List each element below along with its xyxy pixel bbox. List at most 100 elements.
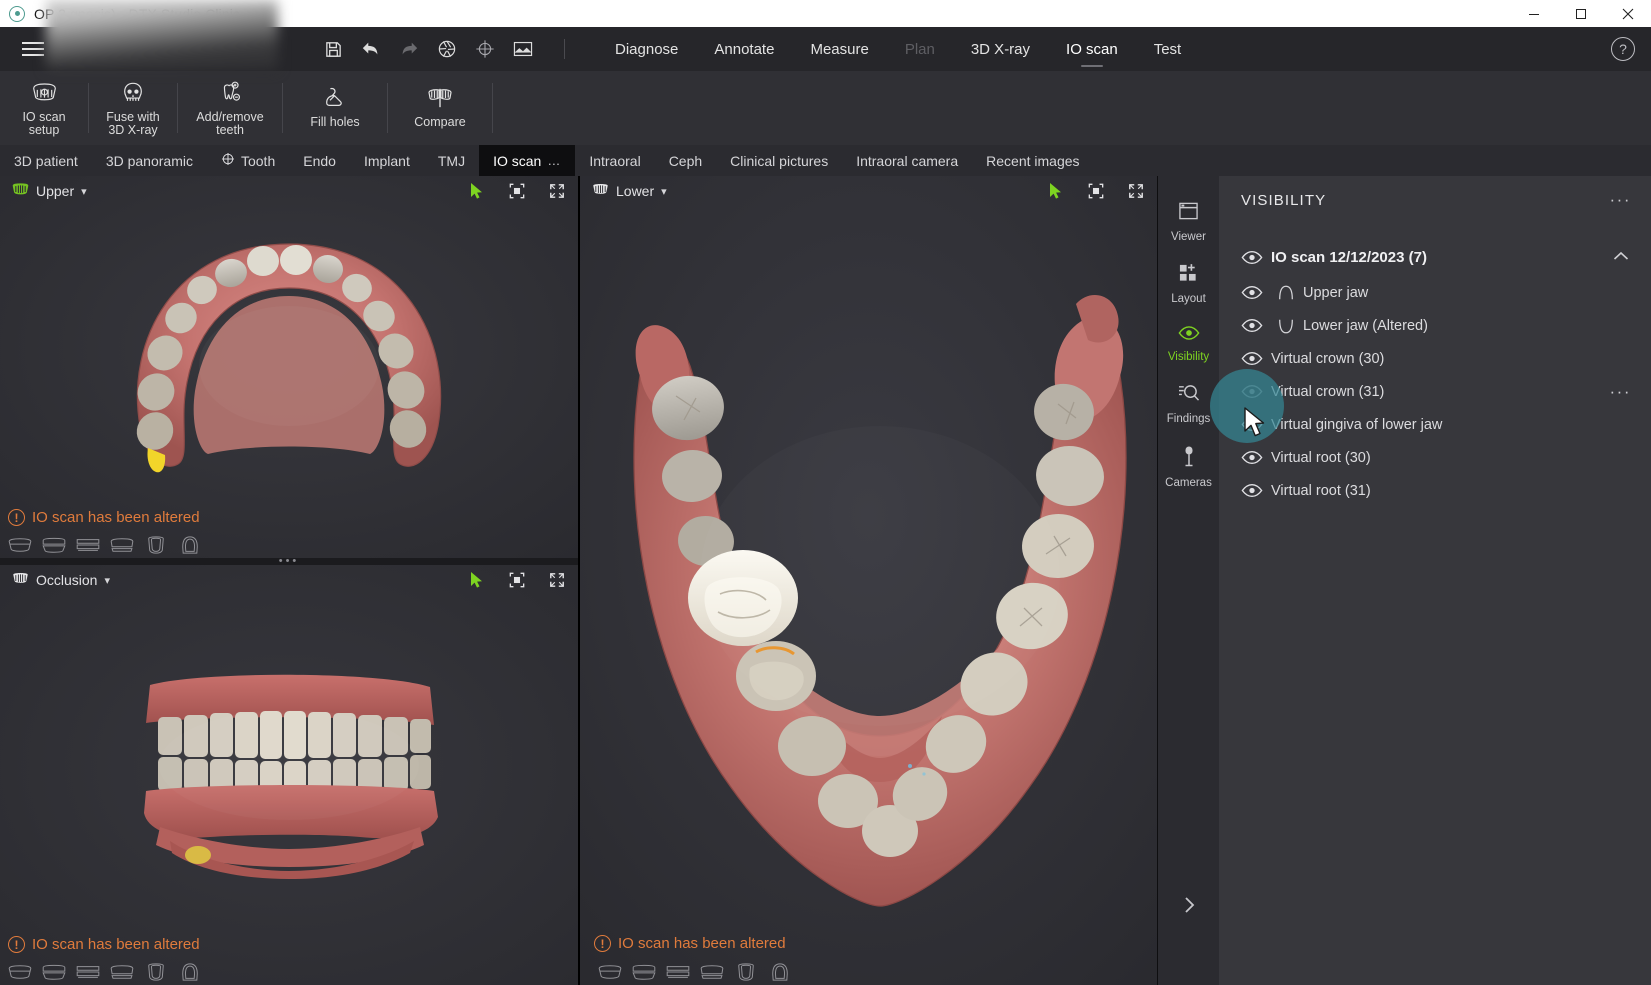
fuse-with-3d-xray-button[interactable]: Fuse with 3D X-ray: [89, 71, 177, 145]
view-preset-2[interactable]: [40, 534, 68, 556]
redo-icon[interactable]: [398, 38, 420, 60]
view-preset-4[interactable]: [108, 534, 136, 556]
viewport-upper-scene[interactable]: [0, 176, 578, 558]
horizontal-splitter[interactable]: •••: [0, 556, 578, 567]
chevron-down-icon[interactable]: ▾: [661, 185, 667, 198]
rail-item-cameras[interactable]: Cameras: [1158, 434, 1220, 498]
chevron-down-icon[interactable]: ▾: [81, 185, 87, 198]
hamburger-menu-icon[interactable]: [10, 42, 56, 56]
rail-item-findings[interactable]: Findings: [1158, 372, 1220, 434]
panel-overflow-menu-icon[interactable]: ···: [1610, 190, 1631, 210]
menu-item-test[interactable]: Test: [1136, 29, 1200, 70]
view-preset-3[interactable]: [664, 961, 692, 983]
viewport-upper-title-group[interactable]: Upper ▾: [12, 183, 87, 199]
view-preset-2[interactable]: [40, 961, 68, 983]
eye-icon[interactable]: [1241, 450, 1271, 465]
tab-intraoral[interactable]: Intraoral: [575, 145, 654, 176]
tree-row-virtual-gingiva-lower-jaw[interactable]: Virtual gingiva of lower jaw: [1219, 408, 1651, 441]
tab-3d-patient[interactable]: 3D patient: [0, 145, 92, 176]
eye-icon[interactable]: [1241, 351, 1271, 366]
tree-row-overflow-menu-icon[interactable]: ···: [1610, 382, 1631, 402]
view-preset-1[interactable]: [6, 534, 34, 556]
tab-ceph[interactable]: Ceph: [655, 145, 716, 176]
tab-tooth[interactable]: Tooth: [207, 145, 289, 176]
minimize-button[interactable]: [1510, 0, 1557, 27]
pointer-icon[interactable]: [468, 182, 486, 200]
tree-row-virtual-root-30[interactable]: Virtual root (30): [1219, 441, 1651, 474]
help-icon[interactable]: ?: [1611, 37, 1635, 61]
view-preset-5[interactable]: [142, 534, 170, 556]
viewport-occlusion-scene[interactable]: [0, 565, 578, 985]
view-preset-5[interactable]: [142, 961, 170, 983]
fullscreen-icon[interactable]: [548, 571, 566, 589]
view-preset-4[interactable]: [698, 961, 726, 983]
fullscreen-icon[interactable]: [1127, 182, 1145, 200]
tree-row-virtual-crown-31[interactable]: Virtual crown (31) ···: [1219, 375, 1651, 408]
fit-to-screen-icon[interactable]: [508, 182, 526, 200]
viewport-lower-title-group[interactable]: Lower ▾: [592, 183, 667, 199]
save-icon[interactable]: [322, 38, 344, 60]
maximize-button[interactable]: [1557, 0, 1604, 27]
tab-recent-images[interactable]: Recent images: [972, 145, 1093, 176]
compare-button[interactable]: Compare: [388, 71, 492, 145]
viewport-occlusion[interactable]: Occlusion ▾ ! IO scan has been altered: [0, 565, 578, 985]
tab-io-scan[interactable]: IO scan …: [479, 145, 576, 176]
menu-item-measure[interactable]: Measure: [792, 29, 886, 70]
pointer-icon[interactable]: [1047, 182, 1065, 200]
fullscreen-icon[interactable]: [548, 182, 566, 200]
aperture-icon[interactable]: [436, 38, 458, 60]
tree-row-io-scan-root[interactable]: IO scan 12/12/2023 (7): [1219, 238, 1651, 276]
eye-icon[interactable]: [1241, 318, 1271, 333]
view-preset-3[interactable]: [74, 961, 102, 983]
tab-tmj[interactable]: TMJ: [424, 145, 479, 176]
eye-icon[interactable]: [1241, 285, 1271, 300]
tab-3d-panoramic[interactable]: 3D panoramic: [92, 145, 207, 176]
viewport-upper[interactable]: Upper ▾ ! IO scan has been altered: [0, 176, 578, 558]
tab-io-scan-overflow-icon[interactable]: …: [547, 153, 561, 168]
rail-item-viewer[interactable]: Viewer: [1158, 190, 1220, 252]
tab-endo[interactable]: Endo: [289, 145, 350, 176]
view-preset-3[interactable]: [74, 534, 102, 556]
menu-item-io-scan[interactable]: IO scan: [1048, 29, 1136, 70]
tree-row-lower-jaw[interactable]: Lower jaw (Altered): [1219, 309, 1651, 342]
chevron-down-icon[interactable]: ▾: [104, 574, 110, 587]
eye-icon[interactable]: [1241, 417, 1271, 432]
image-icon[interactable]: [512, 38, 534, 60]
panel-expand-button[interactable]: [1158, 889, 1220, 925]
tab-intraoral-camera[interactable]: Intraoral camera: [842, 145, 972, 176]
eye-icon[interactable]: [1241, 384, 1271, 399]
viewport-lower[interactable]: Lower ▾ ! IO scan has been altered: [580, 176, 1157, 985]
rail-item-visibility[interactable]: Visibility: [1158, 314, 1220, 372]
tab-clinical-pictures[interactable]: Clinical pictures: [716, 145, 842, 176]
add-remove-teeth-button[interactable]: Add/remove teeth: [178, 71, 282, 145]
menu-item-3d-xray[interactable]: 3D X-ray: [953, 29, 1048, 70]
viewport-lower-scene[interactable]: [580, 176, 1157, 985]
view-preset-2[interactable]: [630, 961, 658, 983]
chevron-up-icon[interactable]: [1613, 250, 1629, 264]
close-button[interactable]: [1604, 0, 1651, 27]
undo-icon[interactable]: [360, 38, 382, 60]
viewport-occlusion-title-group[interactable]: Occlusion ▾: [12, 572, 110, 588]
menu-item-annotate[interactable]: Annotate: [696, 29, 792, 70]
rail-item-layout[interactable]: Layout: [1158, 252, 1220, 314]
view-preset-6[interactable]: [766, 961, 794, 983]
view-preset-6[interactable]: [176, 534, 204, 556]
view-preset-4[interactable]: [108, 961, 136, 983]
view-preset-1[interactable]: [596, 961, 624, 983]
tree-row-virtual-crown-30[interactable]: Virtual crown (30): [1219, 342, 1651, 375]
crosshair-icon[interactable]: [474, 38, 496, 60]
view-preset-1[interactable]: [6, 961, 34, 983]
view-preset-6[interactable]: [176, 961, 204, 983]
fit-to-screen-icon[interactable]: [508, 571, 526, 589]
io-scan-setup-button[interactable]: IO scan setup: [0, 71, 88, 145]
tab-implant[interactable]: Implant: [350, 145, 424, 176]
view-preset-5[interactable]: [732, 961, 760, 983]
menu-item-diagnose[interactable]: Diagnose: [597, 29, 696, 70]
eye-icon[interactable]: [1241, 483, 1271, 498]
tree-row-upper-jaw[interactable]: Upper jaw: [1219, 276, 1651, 309]
tree-row-virtual-root-31[interactable]: Virtual root (31): [1219, 474, 1651, 507]
pointer-icon[interactable]: [468, 571, 486, 589]
eye-icon[interactable]: [1241, 250, 1271, 265]
fit-to-screen-icon[interactable]: [1087, 182, 1105, 200]
fill-holes-button[interactable]: Fill holes: [283, 71, 387, 145]
